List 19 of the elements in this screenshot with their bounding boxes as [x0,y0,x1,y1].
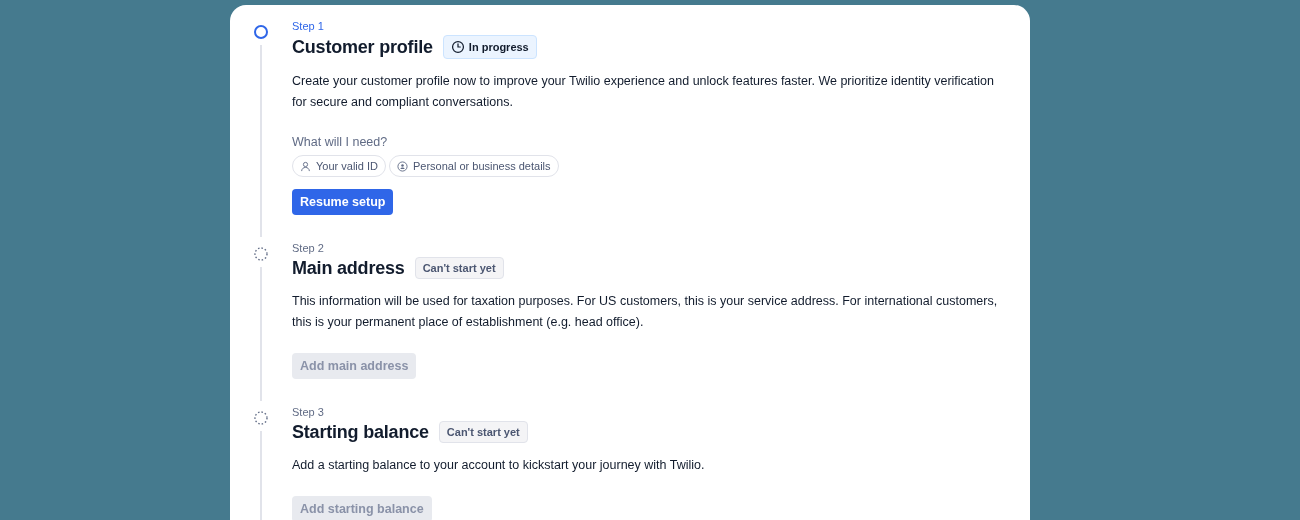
step-title: Main address [292,257,405,279]
contact-badge-icon [396,160,408,172]
step-title: Starting balance [292,421,429,443]
chip-label: Personal or business details [412,160,551,172]
status-text: Can't start yet [422,262,496,274]
step-label: Step 3 [292,405,325,419]
step-description: This information will be used for taxation purposes. For US customers, this is your service address. For international customers, this is your permanent place of establishment (e.g. head office). [292,293,999,331]
chip-label: Your valid ID [316,160,378,172]
status-text: Can't start yet [446,426,520,438]
step-action-button[interactable]: Resume setup [292,189,394,215]
requirements-heading: What will I need? [292,135,389,149]
clock-icon [450,40,465,54]
status-text: In progress [468,41,529,53]
step-description: Add a starting balance to your account to kickstart your journey with Twilio. [292,457,706,474]
step-description: Create your customer profile now to improve your Twilio experience and unlock features faster. We prioritize identity verification for secure and compliant conversations. [292,73,995,111]
step-title: Customer profile [292,36,433,58]
step-label: Step 1 [292,19,325,33]
step-label: Step 2 [292,241,325,255]
person-icon [300,160,311,172]
